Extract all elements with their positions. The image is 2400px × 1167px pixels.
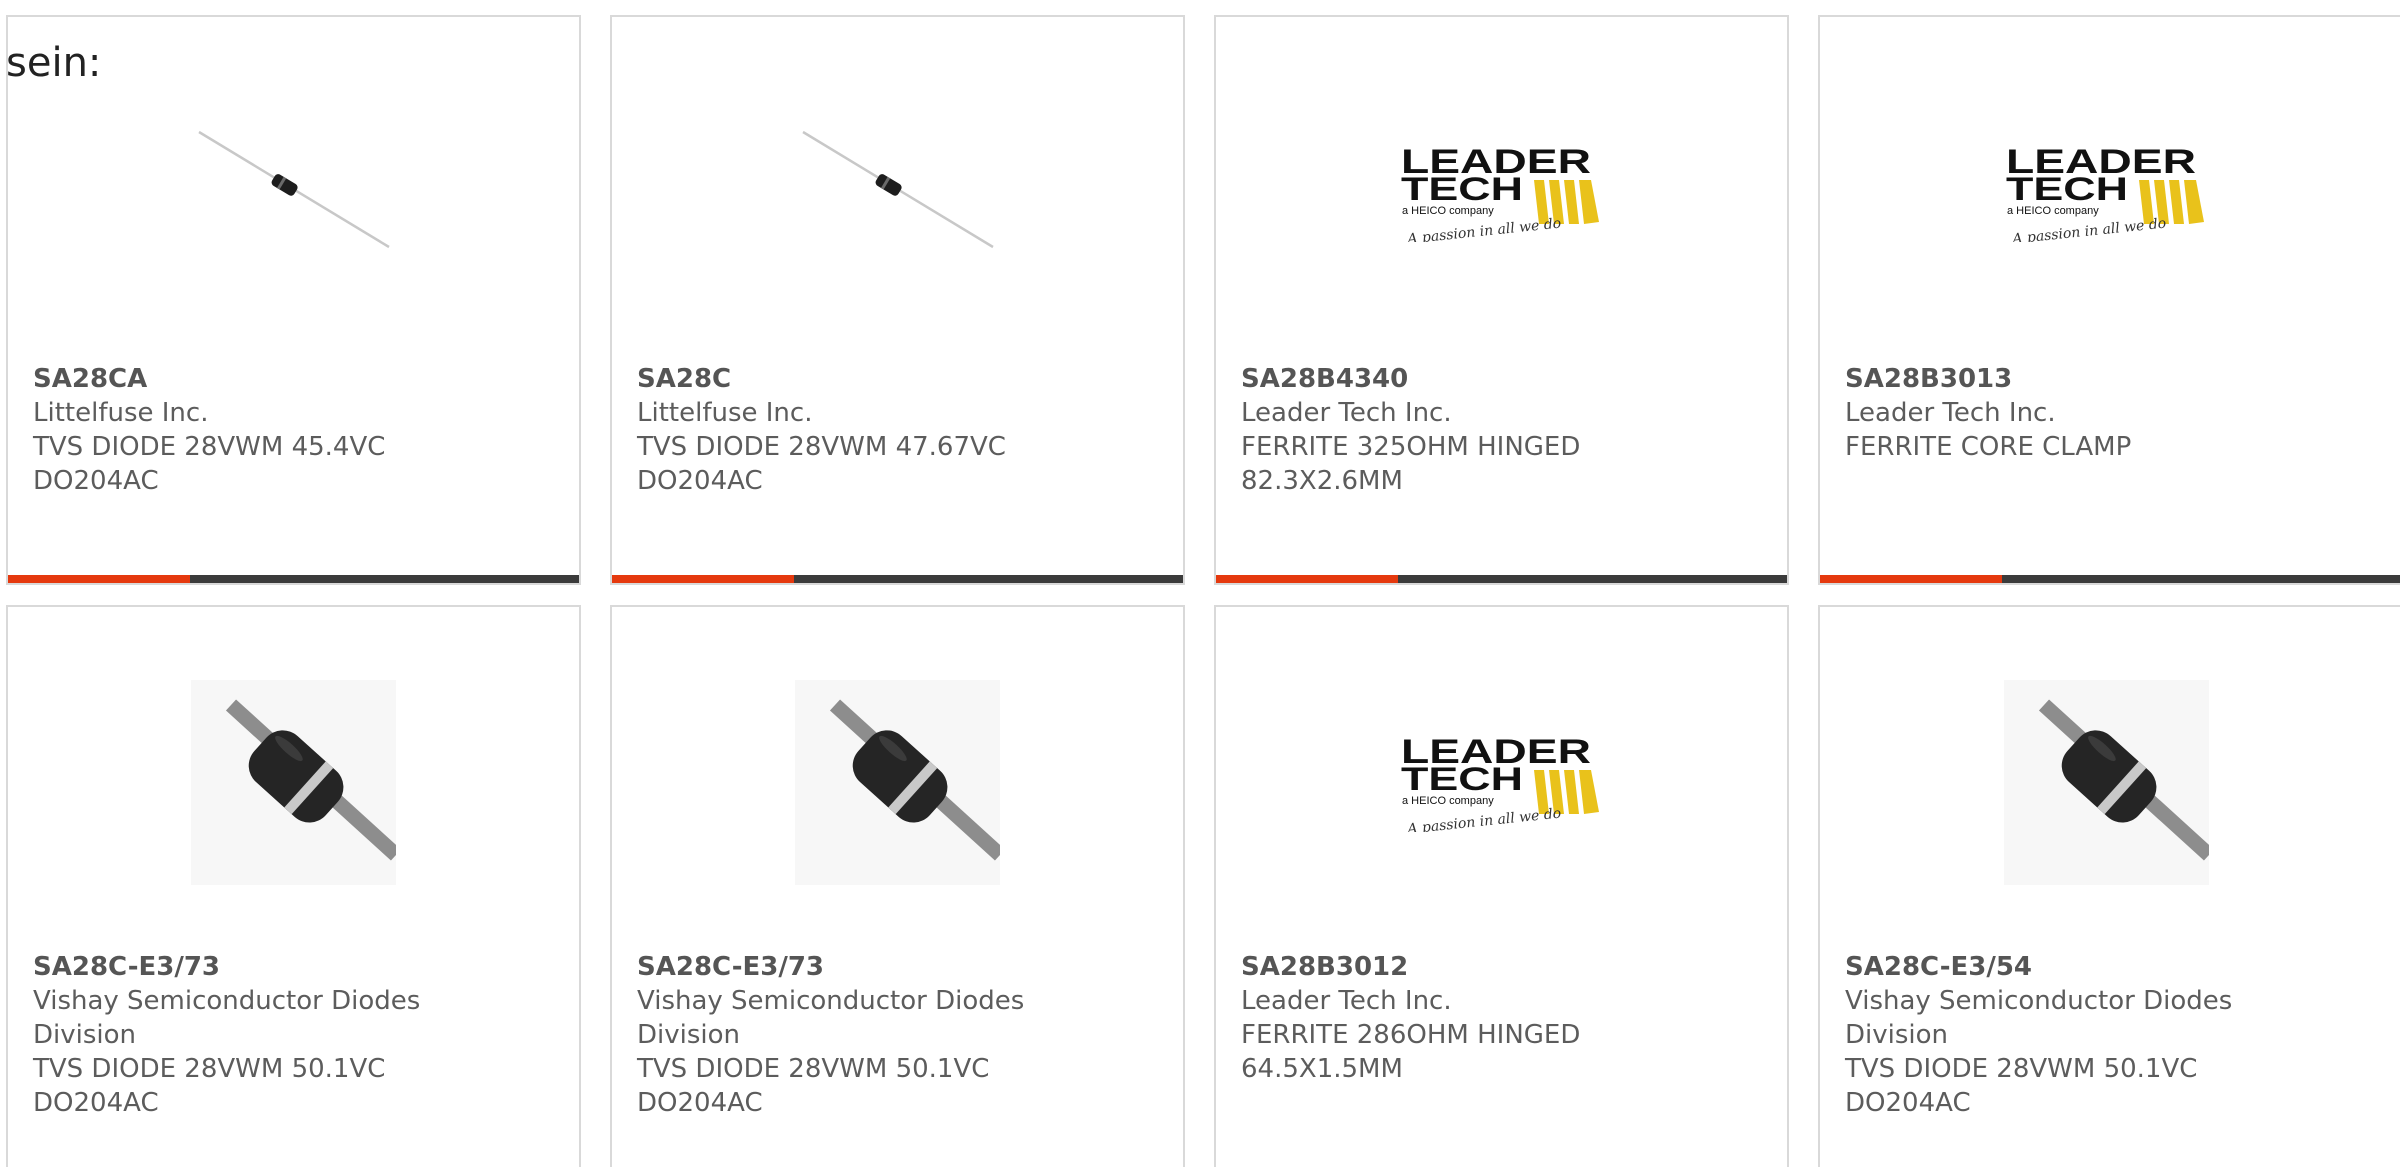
product-image: LEADER TECH a HEICO company A passion in al… [1216, 77, 1787, 307]
part-number[interactable]: SA28B3013 [1845, 362, 2255, 396]
part-number[interactable]: SA28B3012 [1241, 950, 1651, 984]
svg-text:a HEICO company: a HEICO company [1402, 795, 1494, 807]
product-image [1820, 667, 2393, 897]
part-number[interactable]: SA28C-E3/73 [33, 950, 443, 984]
axial-diode-icon [2004, 679, 2209, 885]
description-line: DO204AC [33, 466, 159, 496]
axial-diode-icon [795, 679, 1000, 885]
description-line: TVS DIODE 28VWM 47.67VC [637, 432, 1006, 462]
card-bottom-bar [8, 575, 579, 583]
svg-text:TECH: TECH [1401, 171, 1523, 207]
manufacturer: Littelfuse Inc. [33, 398, 209, 428]
manufacturer: Division [1845, 1020, 1949, 1050]
axial-diode-icon [191, 679, 396, 885]
product-info: SA28C Littelfuse Inc. TVS DIODE 28VWM 47… [637, 362, 1047, 498]
product-image: LEADER TECH a HEICO company A passion in al… [1820, 77, 2393, 307]
product-card[interactable]: SA28C-E3/73 Vishay Semiconductor Diodes … [6, 605, 581, 1167]
manufacturer: Leader Tech Inc. [1241, 986, 1452, 1016]
description-line: TVS DIODE 28VWM 50.1VC [1845, 1054, 2198, 1084]
leader-tech-logo-icon: LEADERTECHa HEICO companyA passion in al… [1401, 143, 1599, 242]
description-line: TVS DIODE 28VWM 50.1VC [637, 1054, 990, 1084]
leader-tech-logo-icon: LEADERTECHa HEICO companyA passion in al… [1401, 733, 1599, 832]
product-image [8, 77, 579, 307]
svg-text:A passion in all we do: A passion in all we do [1405, 806, 1562, 832]
product-card[interactable]: SA28C Littelfuse Inc. TVS DIODE 28VWM 47… [610, 15, 1185, 585]
manufacturer: Leader Tech Inc. [1241, 398, 1452, 428]
manufacturer: Leader Tech Inc. [1845, 398, 2056, 428]
description-line: TVS DIODE 28VWM 45.4VC [33, 432, 386, 462]
product-image [612, 77, 1183, 307]
description-line: 82.3X2.6MM [1241, 466, 1403, 496]
description-line: TVS DIODE 28VWM 50.1VC [33, 1054, 386, 1084]
manufacturer: Littelfuse Inc. [637, 398, 813, 428]
svg-text:A passion in all we do: A passion in all we do [2010, 216, 2167, 242]
card-accent-bar [8, 575, 190, 583]
card-bottom-bar [1216, 575, 1787, 583]
product-info: SA28B4340 Leader Tech Inc. FERRITE 325OH… [1241, 362, 1651, 498]
manufacturer: Vishay Semiconductor Diodes [637, 986, 1025, 1016]
product-image: LEADER TECH a HEICO company A passion in al… [1216, 667, 1787, 897]
description-line: DO204AC [637, 1088, 763, 1118]
svg-text:A passion in all we do: A passion in all we do [1405, 216, 1562, 242]
description-line: 64.5X1.5MM [1241, 1054, 1403, 1084]
svg-text:a HEICO company: a HEICO company [1402, 205, 1494, 217]
product-grid-page: sein: SA28CA Littelfuse Inc. TVS DIODE 2… [0, 0, 2400, 1167]
product-info: SA28C-E3/73 Vishay Semiconductor Diodes … [33, 950, 443, 1120]
product-info: SA28B3013 Leader Tech Inc. FERRITE CORE … [1845, 362, 2255, 464]
axial-diode-icon [197, 130, 390, 249]
card-accent-bar [1216, 575, 1398, 583]
part-number[interactable]: SA28CA [33, 362, 443, 396]
manufacturer: Vishay Semiconductor Diodes [33, 986, 421, 1016]
part-number[interactable]: SA28B4340 [1241, 362, 1651, 396]
part-number[interactable]: SA28C-E3/73 [637, 950, 1047, 984]
product-info: SA28B3012 Leader Tech Inc. FERRITE 286OH… [1241, 950, 1651, 1086]
manufacturer: Division [33, 1020, 137, 1050]
product-card[interactable]: LEADER TECH a HEICO company A passion in al… [1818, 15, 2400, 585]
product-info: SA28CA Littelfuse Inc. TVS DIODE 28VWM 4… [33, 362, 443, 498]
intro-text: sein: [6, 40, 102, 86]
svg-text:a HEICO company: a HEICO company [2007, 205, 2099, 217]
svg-text:TECH: TECH [2006, 171, 2128, 207]
manufacturer: Vishay Semiconductor Diodes [1845, 986, 2233, 1016]
description-line: FERRITE 325OHM HINGED [1241, 432, 1581, 462]
product-image [612, 667, 1183, 897]
part-number[interactable]: SA28C [637, 362, 1047, 396]
part-number[interactable]: SA28C-E3/54 [1845, 950, 2255, 984]
description-line: DO204AC [33, 1088, 159, 1118]
card-accent-bar [612, 575, 794, 583]
description-line: DO204AC [637, 466, 763, 496]
product-card[interactable]: SA28C-E3/54 Vishay Semiconductor Diodes … [1818, 605, 2400, 1167]
svg-text:TECH: TECH [1401, 761, 1523, 797]
product-card[interactable]: LEADER TECH a HEICO company A passion in al… [1214, 15, 1789, 585]
card-accent-bar [1820, 575, 2002, 583]
product-card[interactable]: LEADER TECH a HEICO company A passion in al… [1214, 605, 1789, 1167]
description-line: FERRITE 286OHM HINGED [1241, 1020, 1581, 1050]
axial-diode-icon [801, 130, 994, 249]
leader-tech-logo-icon: LEADERTECHa HEICO companyA passion in al… [2006, 143, 2204, 242]
card-bottom-bar [1820, 575, 2400, 583]
description-line: DO204AC [1845, 1088, 1971, 1118]
description-line: FERRITE CORE CLAMP [1845, 432, 2132, 462]
product-info: SA28C-E3/54 Vishay Semiconductor Diodes … [1845, 950, 2255, 1120]
product-info: SA28C-E3/73 Vishay Semiconductor Diodes … [637, 950, 1047, 1120]
card-bottom-bar [612, 575, 1183, 583]
manufacturer: Division [637, 1020, 741, 1050]
product-card[interactable]: SA28C-E3/73 Vishay Semiconductor Diodes … [610, 605, 1185, 1167]
product-image [8, 667, 579, 897]
product-card[interactable]: SA28CA Littelfuse Inc. TVS DIODE 28VWM 4… [6, 15, 581, 585]
